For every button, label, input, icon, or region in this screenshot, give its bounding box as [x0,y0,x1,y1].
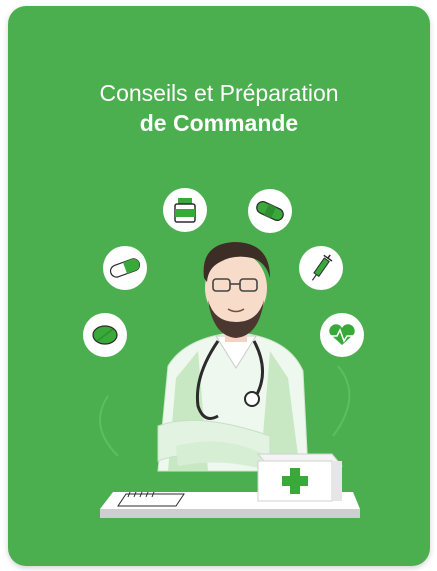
service-card[interactable]: Conseils et Préparation de Commande [8,6,430,566]
tablet-icon [83,313,127,357]
medical-box-icon [256,453,344,502]
bandage-icon [248,189,292,233]
pharmacist-icon [157,242,309,472]
pharmacist-illustration [83,188,364,518]
notebook-icon [117,491,185,507]
heart-pulse-icon [320,313,364,357]
pill-bottle-icon [163,188,207,232]
capsule-icon [103,246,147,290]
syringe-icon [299,246,343,290]
